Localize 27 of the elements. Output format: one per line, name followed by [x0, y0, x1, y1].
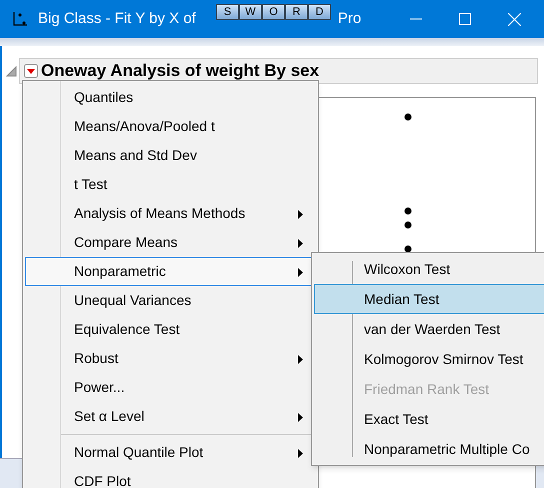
- window-title: Pro: [338, 8, 362, 29]
- menu-item[interactable]: Means/Anova/Pooled t: [25, 112, 316, 141]
- toolbar-button[interactable]: S: [216, 4, 239, 20]
- toolbar-button[interactable]: D: [308, 4, 331, 20]
- report-title: Oneway Analysis of weight By sex: [41, 60, 320, 82]
- menu-item[interactable]: Compare Means: [25, 228, 316, 257]
- submenu-item[interactable]: Nonparametric Multiple Co: [314, 434, 544, 464]
- submenu-item[interactable]: Exact Test: [314, 404, 544, 434]
- menu-item[interactable]: CDF Plot: [25, 467, 316, 488]
- menu-item[interactable]: Analysis of Means Methods: [25, 199, 316, 228]
- menu-item[interactable]: Means and Std Dev: [25, 141, 316, 170]
- submenu-item[interactable]: Median Test: [314, 284, 544, 314]
- toolbar-button[interactable]: R: [285, 4, 308, 20]
- menu-item[interactable]: Quantiles: [25, 83, 316, 112]
- toolbar-button[interactable]: W: [239, 4, 262, 20]
- toolbar-button[interactable]: O: [262, 4, 285, 20]
- submenu-item[interactable]: Wilcoxon Test: [314, 254, 544, 284]
- window-title: Big Class - Fit Y by X of: [38, 8, 196, 29]
- submenu-item[interactable]: van der Waerden Test: [314, 314, 544, 344]
- menu-item[interactable]: Set α Level: [25, 402, 316, 431]
- menu-item[interactable]: t Test: [25, 170, 316, 199]
- submenu-item[interactable]: Kolmogorov Smirnov Test: [314, 344, 544, 374]
- menu-item[interactable]: Robust: [25, 344, 316, 373]
- maximize-icon[interactable]: [459, 13, 471, 25]
- close-icon[interactable]: [508, 12, 521, 26]
- app-icon: [12, 11, 28, 27]
- disclosure-icon[interactable]: [5, 65, 17, 77]
